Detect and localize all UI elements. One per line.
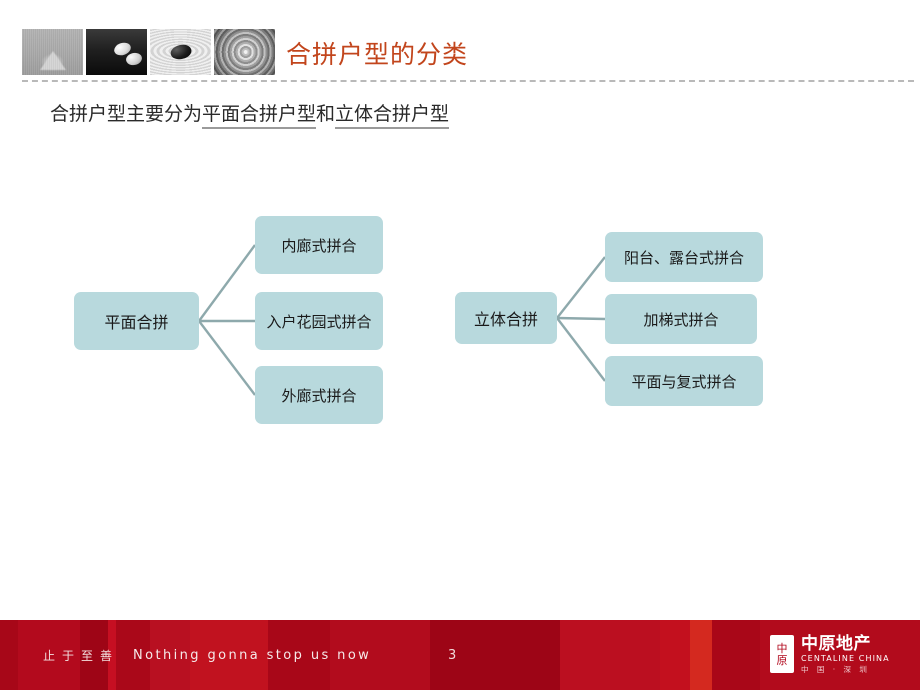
logo-seal-icon: 中 原: [770, 635, 794, 673]
logo-text-block: 中原地产 CENTALINE CHINA 中 国 · 深 圳: [801, 635, 890, 674]
logo-name-en: CENTALINE CHINA: [801, 653, 890, 663]
node-vertical-child-2[interactable]: 加梯式拼合: [605, 294, 757, 344]
subtitle-lead: 合拼户型主要分为: [50, 103, 203, 125]
header-image-strip: [22, 29, 275, 75]
footer-slogan-cn: 止于至善: [43, 649, 120, 663]
node-planar-child-2[interactable]: 入户花园式拼合: [255, 292, 383, 350]
subtitle-term-vertical: 立体合拼户型: [335, 103, 450, 129]
node-vertical-root[interactable]: 立体合拼: [455, 292, 557, 344]
node-planar-root[interactable]: 平面合拼: [74, 292, 199, 350]
water-ripples-photo: [214, 29, 275, 75]
logo-name-cn: 中原地产: [801, 633, 871, 654]
classification-diagram: 平面合拼 内廊式拼合 入户花园式拼合 外廊式拼合 立体合拼 阳台、露台式拼合 加…: [0, 190, 920, 450]
node-vertical-child-1[interactable]: 阳台、露台式拼合: [605, 232, 763, 282]
centaline-logo: 中 原 中原地产 CENTALINE CHINA 中 国 · 深 圳: [770, 631, 890, 677]
node-planar-child-3[interactable]: 外廊式拼合: [255, 366, 383, 424]
slide: 合拼户型的分类 合拼户型主要分为平面合拼户型和立体合拼户型 平面合拼 内廊式拼合…: [0, 0, 920, 690]
page-number: 3: [448, 648, 457, 663]
page-title: 合拼户型的分类: [286, 40, 469, 69]
logo-region: 中 国 · 深 圳: [801, 664, 870, 674]
black-stone-ripples-photo: [150, 29, 211, 75]
subtitle: 合拼户型主要分为平面合拼户型和立体合拼户型: [50, 100, 450, 129]
logo-seal-bottom: 原: [776, 653, 788, 667]
sand-cone-photo: [22, 29, 83, 75]
header-divider: [22, 80, 914, 82]
node-planar-child-1[interactable]: 内廊式拼合: [255, 216, 383, 274]
slide-header: 合拼户型的分类: [0, 0, 920, 86]
node-vertical-child-3[interactable]: 平面与复式拼合: [605, 356, 763, 406]
subtitle-term-planar: 平面合拼户型: [202, 103, 317, 129]
white-stones-photo: [86, 29, 147, 75]
footer-slogan-en: Nothing gonna stop us now: [133, 648, 372, 663]
logo-seal-top: 中: [776, 641, 788, 655]
subtitle-conjunction: 和: [316, 103, 336, 125]
